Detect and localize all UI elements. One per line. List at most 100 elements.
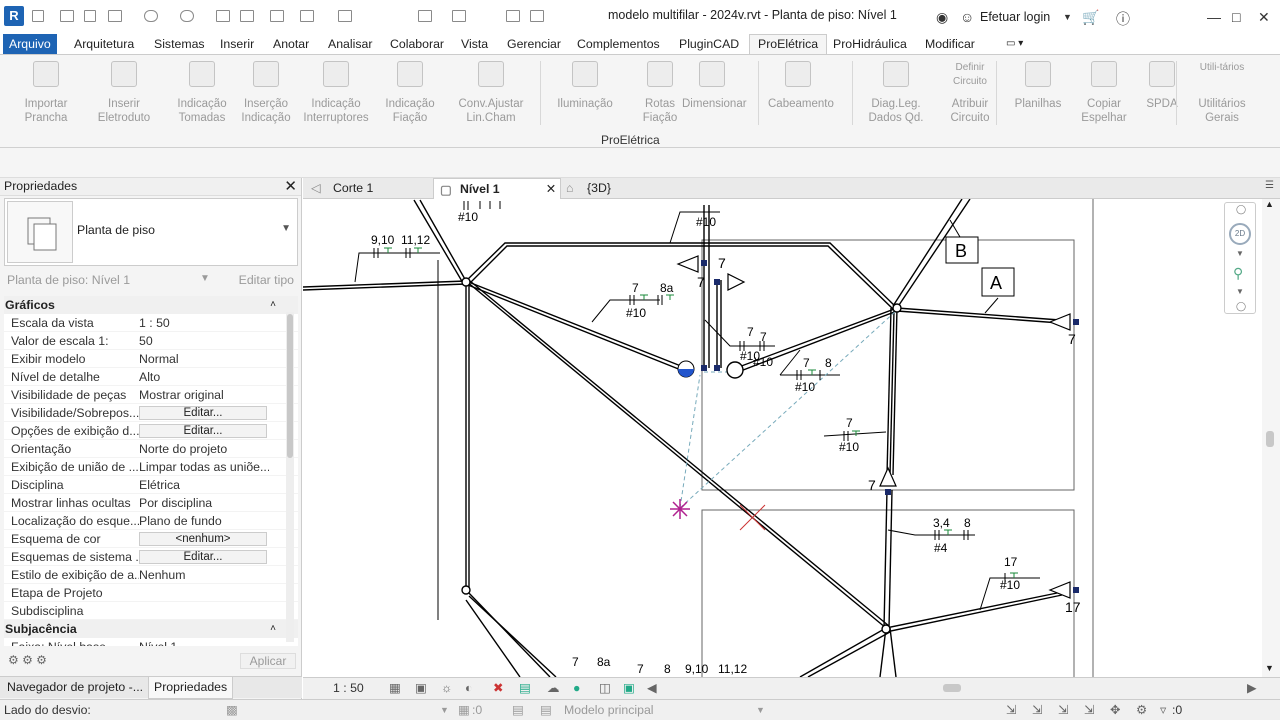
- thin-lines-icon[interactable]: [300, 10, 314, 22]
- property-row[interactable]: Exibição de união de ... Limpar todas as …: [4, 458, 298, 476]
- section-icon[interactable]: [452, 10, 466, 22]
- reveal-hidden-icon[interactable]: ●: [573, 681, 580, 695]
- ribbon-options-icon[interactable]: ▭ ▾: [1006, 38, 1023, 49]
- maximize-button[interactable]: □: [1232, 9, 1240, 25]
- analytical-icon[interactable]: ▣: [623, 681, 635, 695]
- worksets-icon[interactable]: ▩: [226, 703, 238, 717]
- tab-modificar[interactable]: Modificar: [925, 37, 975, 51]
- wheel-dropdown-icon[interactable]: ▼: [1236, 249, 1244, 258]
- property-row[interactable]: Opções de exibição d... Editar...: [4, 422, 298, 440]
- property-row[interactable]: Visibilidade de peças Mostrar original: [4, 386, 298, 404]
- ribbon-button-1[interactable]: Inserir Eletroduto: [94, 61, 154, 125]
- select-pinned-icon[interactable]: ⇲: [1058, 703, 1068, 717]
- background-process-icon[interactable]: ⚙: [1136, 703, 1147, 717]
- ribbon-button-2[interactable]: Indicação Tomadas: [172, 61, 232, 125]
- property-edit-button[interactable]: Editar...: [139, 424, 267, 438]
- crop-region-icon[interactable]: ▤: [519, 681, 531, 695]
- select-by-face-icon[interactable]: ⇲: [1084, 703, 1094, 717]
- property-group[interactable]: Gráficos ˄: [4, 296, 298, 314]
- close-window-button[interactable]: ✕: [1258, 9, 1270, 26]
- collapse-icon[interactable]: ˄: [270, 620, 276, 638]
- close-tab-icon[interactable]: ✕: [546, 179, 556, 199]
- property-row[interactable]: Exibir modelo Normal: [4, 350, 298, 368]
- property-row[interactable]: Etapa de Projeto: [4, 584, 298, 602]
- sun-path-icon[interactable]: ☼: [441, 681, 452, 695]
- drag-elements-icon[interactable]: ✥: [1110, 703, 1120, 717]
- tab-inserir[interactable]: Inserir: [220, 37, 254, 51]
- 3d-view-icon[interactable]: [418, 10, 432, 22]
- navbar-options-icon[interactable]: ◯: [1236, 301, 1246, 312]
- ribbon-button-9[interactable]: Dimensionar: [682, 61, 747, 111]
- editable-only-icon[interactable]: ▦: [458, 703, 470, 717]
- design-options-icon-2[interactable]: ▤: [540, 703, 552, 717]
- property-row[interactable]: Esquemas de sistema ... Editar...: [4, 548, 298, 566]
- property-group[interactable]: Subjacência ˄: [4, 620, 298, 638]
- help-icon[interactable]: ⓘ: [1116, 9, 1130, 29]
- ribbon-button-4[interactable]: Indicação Interruptores: [300, 61, 372, 125]
- revit-logo[interactable]: R: [4, 6, 24, 26]
- scroll-left-icon[interactable]: ◀: [647, 681, 656, 695]
- property-edit-button[interactable]: Editar...: [139, 550, 267, 564]
- tab-anotar[interactable]: Anotar: [273, 37, 309, 51]
- ribbon-button-6[interactable]: Conv.Ajustar Lin.Cham: [452, 61, 530, 125]
- tab-3d[interactable]: ⌂ {3D}: [561, 178, 651, 199]
- property-row[interactable]: Mostrar linhas ocultas Por disciplina: [4, 494, 298, 512]
- search-binoculars-icon[interactable]: ◉: [936, 9, 948, 26]
- property-row[interactable]: Estilo de exibição de a... Nenhum: [4, 566, 298, 584]
- tab-arquivo[interactable]: Arquivo: [3, 34, 57, 54]
- property-row[interactable]: Subdisciplina: [4, 602, 298, 620]
- minimize-button[interactable]: —: [1207, 9, 1221, 25]
- crop-view-icon[interactable]: ✖: [493, 681, 503, 695]
- tab-complementos[interactable]: Complementos: [577, 37, 660, 51]
- ribbon-button-16[interactable]: Utili-tários Utilitários Gerais: [1192, 61, 1252, 125]
- tab-nivel-1[interactable]: ▢ Nível 1 ✕: [433, 178, 561, 199]
- temporary-hide-icon[interactable]: ☁: [547, 681, 559, 695]
- detail-level-icon[interactable]: ▦: [389, 681, 401, 695]
- property-edit-button[interactable]: Editar...: [139, 406, 267, 420]
- property-row[interactable]: Nível de detalhe Alto: [4, 368, 298, 386]
- type-selector[interactable]: Planta de piso ▼: [4, 198, 298, 266]
- instance-selector[interactable]: Planta de piso: Nível 1 ▼ Editar tipo: [4, 270, 298, 290]
- property-row[interactable]: Esquema de cor <nenhum>: [4, 530, 298, 548]
- property-row[interactable]: Valor de escala 1: 50: [4, 332, 298, 350]
- property-edit-button[interactable]: <nenhum>: [139, 532, 267, 546]
- zoom-icon[interactable]: ⚲: [1233, 265, 1243, 282]
- tab-plugincad[interactable]: PluginCAD: [679, 37, 739, 51]
- ribbon-button-11[interactable]: Diag.Leg. Dados Qd.: [866, 61, 926, 125]
- properties-scrollbar-thumb[interactable]: [287, 314, 293, 458]
- select-underlay-icon[interactable]: ⇲: [1032, 703, 1042, 717]
- selector-dropdown-icon[interactable]: ▼: [200, 273, 210, 284]
- ribbon-button-3[interactable]: Inserção Indicação: [236, 61, 296, 125]
- ribbon-button-13[interactable]: Planilhas: [1008, 61, 1068, 111]
- close-hidden-icon[interactable]: [506, 10, 520, 22]
- tab-vista[interactable]: Vista: [461, 37, 488, 51]
- sync-icon[interactable]: [108, 10, 122, 22]
- text-icon[interactable]: [386, 6, 400, 18]
- tab-gerenciar[interactable]: Gerenciar: [507, 37, 561, 51]
- visual-style-icon[interactable]: ▣: [415, 681, 427, 695]
- tab-colaborar[interactable]: Colaborar: [390, 37, 444, 51]
- tag-icon[interactable]: [338, 10, 352, 22]
- tab-proeletrica[interactable]: ProElétrica: [749, 34, 828, 55]
- measure-icon[interactable]: [240, 10, 254, 22]
- ribbon-button-12[interactable]: Definir Circuito Atribuir Circuito: [940, 61, 1000, 125]
- ribbon-button-7[interactable]: Iluminação: [555, 61, 615, 111]
- collapse-icon[interactable]: ˄: [270, 296, 276, 314]
- close-icon[interactable]: ✕: [284, 178, 297, 195]
- property-row[interactable]: Orientação Norte do projeto: [4, 440, 298, 458]
- property-row[interactable]: Localização do esque... Plano de fundo: [4, 512, 298, 530]
- ribbon-button-8[interactable]: Rotas Fiação: [630, 61, 690, 125]
- chevron-down-icon[interactable]: ▼: [281, 223, 291, 234]
- ribbon-button-0[interactable]: Importar Prancha: [16, 61, 76, 125]
- home-menu-icon[interactable]: [32, 10, 44, 22]
- switch-windows-icon[interactable]: [530, 10, 544, 22]
- scroll-up-icon[interactable]: ▲: [1265, 199, 1274, 209]
- redo-icon[interactable]: [180, 10, 194, 22]
- save-icon[interactable]: [84, 10, 96, 22]
- ribbon-button-14[interactable]: Copiar Espelhar: [1074, 61, 1134, 125]
- property-row[interactable]: Escala da vista 1 : 50: [4, 314, 298, 332]
- ribbon-button-10[interactable]: Cabeamento: [768, 61, 834, 111]
- tabs-menu-icon[interactable]: ☰: [1265, 180, 1274, 191]
- tab-prohidraulica[interactable]: ProHidráulica: [833, 37, 907, 51]
- workset-dropdown-icon[interactable]: ▼: [440, 705, 449, 715]
